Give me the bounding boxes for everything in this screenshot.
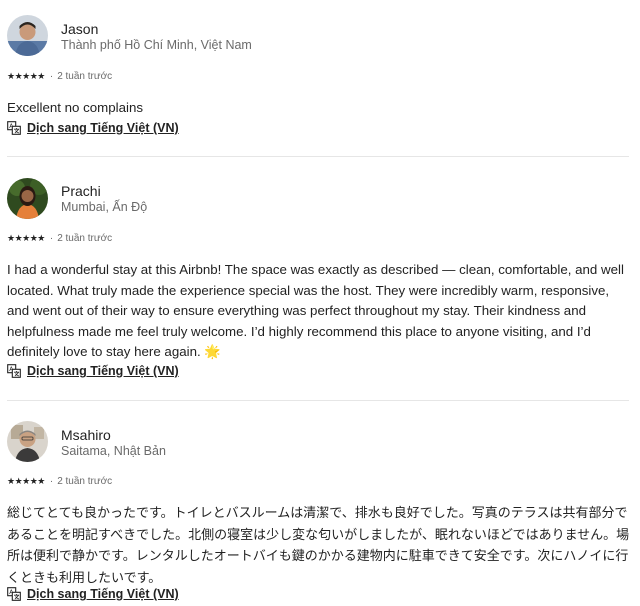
review-meta: ★★★★★ · 2 tuần trước xyxy=(7,71,112,82)
review-meta: ★★★★★ · 2 tuần trước xyxy=(7,233,112,244)
separator: · xyxy=(49,476,54,487)
translate-link[interactable]: A Dịch sang Tiếng Việt (VN) xyxy=(7,364,179,378)
translate-icon: A xyxy=(7,121,21,135)
review-meta: ★★★★★ · 2 tuần trước xyxy=(7,476,112,487)
review-date: 2 tuần trước xyxy=(57,476,113,487)
review-text: 総じてとても良かったです。トイレとバスルームは清潔で、排水も良好でした。写真のテ… xyxy=(7,505,630,585)
avatar[interactable] xyxy=(7,178,48,219)
review-item: Msahiro Saitama, Nhật Bản ★★★★★ · 2 tuần… xyxy=(0,401,640,606)
translate-label: Dịch sang Tiếng Việt (VN) xyxy=(27,587,179,601)
reviewer-name: Jason xyxy=(61,21,99,37)
review-text: Excellent no complains xyxy=(7,100,143,115)
separator: · xyxy=(49,233,54,244)
review-item: Prachi Mumbai, Ấn Độ ★★★★★ · 2 tuần trướ… xyxy=(0,158,640,401)
star-rating: ★★★★★ xyxy=(7,233,45,243)
translate-label: Dịch sang Tiếng Việt (VN) xyxy=(27,121,179,135)
review-date: 2 tuần trước xyxy=(57,233,113,244)
avatar[interactable] xyxy=(7,421,48,462)
translate-link[interactable]: A Dịch sang Tiếng Việt (VN) xyxy=(7,587,179,601)
translate-label: Dịch sang Tiếng Việt (VN) xyxy=(27,364,179,378)
reviewer-location: Thành phố Hồ Chí Minh, Việt Nam xyxy=(61,38,252,52)
translate-link[interactable]: A Dịch sang Tiếng Việt (VN) xyxy=(7,121,179,135)
translate-icon: A xyxy=(7,587,21,601)
review-text: I had a wonderful stay at this Airbnb! T… xyxy=(7,262,624,359)
star-rating: ★★★★★ xyxy=(7,71,45,81)
reviewer-location: Mumbai, Ấn Độ xyxy=(61,200,148,214)
separator: · xyxy=(49,71,54,82)
review-date: 2 tuần trước xyxy=(57,71,113,82)
divider xyxy=(7,156,629,157)
star-rating: ★★★★★ xyxy=(7,476,45,486)
reviewer-name: Prachi xyxy=(61,183,101,199)
reviewer-name: Msahiro xyxy=(61,427,111,443)
review-item: Jason Thành phố Hồ Chí Minh, Việt Nam ★★… xyxy=(0,0,640,158)
reviewer-location: Saitama, Nhật Bản xyxy=(61,444,166,458)
translate-icon: A xyxy=(7,364,21,378)
avatar[interactable] xyxy=(7,15,48,56)
